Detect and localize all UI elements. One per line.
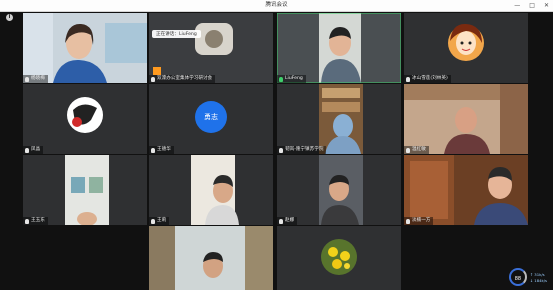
window-controls: — □ ✕	[514, 0, 549, 11]
participant-namebar: 凤晶	[23, 146, 44, 154]
participant-tile[interactable]: 韧岚-隆宁镇苏学院	[277, 84, 401, 154]
participant-name: 温红敏	[412, 147, 426, 152]
download-speed: ↓ 184k/s	[529, 277, 547, 283]
upload-speed: ↑ 31k/s	[529, 271, 545, 277]
mic-speaking-icon	[279, 76, 283, 82]
network-status[interactable]: 88 ↑ 31k/s ↓ 184k/s	[508, 268, 547, 286]
participant-tile[interactable]: 冰山雪莲(刘林英)	[404, 13, 528, 83]
participant-name: 双滦办公室集体学习研讨会	[157, 76, 213, 81]
participant-tile[interactable]: 勇志 王德华	[149, 84, 273, 154]
participant-tile[interactable]: LiuFeng	[277, 13, 401, 83]
participant-namebar: 王玉东	[23, 217, 48, 225]
participant-namebar: 淡楠一方	[404, 217, 434, 225]
participant-tile[interactable]: 温红敏	[404, 84, 528, 154]
video-feed	[23, 13, 147, 83]
info-icon[interactable]: i	[6, 14, 13, 21]
participant-namebar: 冰山雪莲(刘林英)	[404, 75, 451, 83]
participant-name: 淡楠一方	[412, 218, 431, 223]
video-feed	[23, 155, 147, 225]
mic-muted-icon	[151, 147, 155, 153]
title-bar: 腾讯会议 — □ ✕	[0, 0, 553, 12]
video-feed	[404, 84, 528, 154]
participant-tile[interactable]: 王玉东	[23, 155, 147, 225]
participant-tile[interactable]	[277, 226, 401, 290]
participant-name: LiuFeng	[285, 76, 303, 81]
participant-tile[interactable]	[149, 226, 273, 290]
speaking-indicator: 正在讲话：LiuFeng	[152, 30, 201, 38]
video-feed	[149, 13, 273, 83]
mic-muted-icon	[25, 147, 29, 153]
avatar-image	[23, 84, 147, 154]
participant-tile[interactable]: 凤晶	[23, 84, 147, 154]
network-speeds: ↑ 31k/s ↓ 184k/s	[530, 272, 547, 283]
participant-namebar: LiuFeng	[277, 75, 306, 83]
close-button[interactable]: ✕	[544, 0, 549, 11]
participant-name: 凤晶	[31, 147, 41, 152]
network-gauge-icon: 88	[508, 268, 527, 286]
participant-name: 韧岚-隆宁镇苏学院	[285, 147, 324, 152]
video-feed	[404, 155, 528, 225]
participant-name: 王德华	[157, 147, 171, 152]
mic-muted-icon	[406, 76, 410, 82]
participant-tile[interactable]: 王莉	[149, 155, 273, 225]
participant-name: 王莉	[157, 218, 167, 223]
window-title: 腾讯会议	[265, 2, 288, 8]
mic-icon	[151, 76, 155, 82]
minimize-button[interactable]: —	[514, 0, 520, 11]
avatar-initials: 勇志	[195, 101, 227, 133]
participant-namebar: 温红敏	[404, 146, 429, 154]
mic-muted-icon	[279, 147, 283, 153]
video-feed	[277, 155, 401, 225]
participant-name: 杨晓梅	[31, 76, 45, 81]
mic-muted-icon	[406, 218, 410, 224]
participant-name: 冰山雪莲(刘林英)	[412, 76, 448, 81]
participant-name: 赵娜	[285, 218, 295, 223]
participant-namebar: 王德华	[149, 146, 174, 154]
mic-muted-icon	[25, 218, 29, 224]
participant-namebar: 双滦办公室集体学习研讨会	[149, 75, 216, 83]
mic-muted-icon	[25, 76, 29, 82]
participant-tile[interactable]: 淡楠一方	[404, 155, 528, 225]
participant-name: 王玉东	[31, 218, 45, 223]
video-feed	[277, 13, 401, 83]
participant-namebar: 杨晓梅	[23, 75, 48, 83]
video-feed	[277, 84, 401, 154]
mic-muted-icon	[406, 147, 410, 153]
maximize-button[interactable]: □	[529, 0, 535, 11]
participant-namebar: 王莉	[149, 217, 170, 225]
participant-tile[interactable]: 杨晓梅	[23, 13, 147, 83]
participant-tile[interactable]: 正在讲话：LiuFeng 双滦办公室集体学习研讨会	[149, 13, 273, 83]
participant-tile[interactable]: 赵娜	[277, 155, 401, 225]
video-feed	[149, 155, 273, 225]
mic-muted-icon	[151, 218, 155, 224]
avatar-image	[404, 13, 528, 83]
mic-muted-icon	[279, 218, 283, 224]
participant-namebar: 赵娜	[277, 217, 298, 225]
video-feed	[149, 226, 273, 290]
participant-namebar: 韧岚-隆宁镇苏学院	[277, 146, 327, 154]
avatar-image	[277, 226, 401, 290]
